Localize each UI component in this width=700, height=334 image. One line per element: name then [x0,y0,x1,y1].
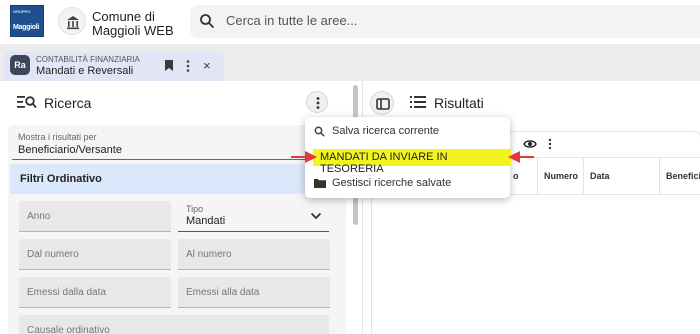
emessi-alla-data-field[interactable]: Emessi alla data [178,277,330,308]
filter-search-icon [17,96,37,109]
bookmark-icon[interactable] [164,60,174,72]
panel-title: Ricerca [44,95,92,111]
filters-section-header[interactable]: Filtri Ordinativo [10,164,336,194]
tab-title: Mandati e Reversali [36,65,134,77]
search-panel: Ricerca Mostra i risultati per Beneficia… [0,81,348,334]
municipality-home-button[interactable] [58,7,86,35]
tab-strip: Ra CONTABILITÀ FINANZIARIA Mandati e Rev… [0,44,700,81]
annotation-arrow-right [508,151,534,163]
anno-field[interactable]: Anno [19,201,171,232]
search-menu-button[interactable] [306,91,328,113]
more-vert-icon [316,97,320,109]
causale-ordinativo-field[interactable]: Causale ordinativo [19,315,329,334]
column-header-beneficiario[interactable]: Beneficiario [659,158,700,195]
sidebar-icon [376,98,390,110]
search-icon [314,126,325,137]
annotation-arrow-left [291,151,317,163]
module-avatar: Ra [10,55,30,75]
results-for-select[interactable]: Mostra i risultati per Beneficiario/Vers… [12,129,336,160]
column-header[interactable]: o [507,158,537,195]
tipo-select[interactable]: Tipo Mandati [178,201,329,232]
dal-numero-field[interactable]: Dal numero [19,239,171,270]
tab-mandati-reversali[interactable]: Ra CONTABILITÀ FINANZIARIA Mandati e Rev… [4,52,224,81]
column-header-numero[interactable]: Numero [537,158,583,195]
al-numero-field[interactable]: Al numero [178,239,330,270]
close-tab-button[interactable]: × [203,58,211,73]
menu-item-manage-saved-searches[interactable]: Gestisci ricerche salvate [305,172,510,194]
emessi-dalla-data-field[interactable]: Emessi dalla data [19,277,171,308]
eye-icon[interactable] [523,138,537,150]
menu-item-mandati-da-inviare[interactable]: MANDATI DA INVIARE IN TESORERIA [305,146,511,175]
app-title-line1: Comune di [92,9,155,24]
app-title-line2: Maggioli WEB [92,23,174,38]
folder-icon [314,179,326,188]
saved-searches-menu: Salva ricerca corrente MANDATI DA INVIAR… [305,117,511,198]
toggle-sidebar-button[interactable] [370,91,394,115]
search-input[interactable] [226,13,626,28]
more-vert-icon[interactable] [185,59,191,73]
maggioli-logo[interactable]: GRUPPO Maggioli [10,5,44,37]
results-title: Risultati [434,95,484,111]
tab-subtitle: CONTABILITÀ FINANZIARIA [36,55,140,64]
search-icon [200,14,215,29]
top-bar: GRUPPO Maggioli Comune di Maggioli WEB [0,0,700,44]
global-search[interactable] [190,5,700,38]
more-vert-icon[interactable] [547,138,553,150]
building-icon [67,16,79,30]
list-icon [410,96,426,108]
menu-item-save-search[interactable]: Salva ricerca corrente [305,120,510,142]
column-header-data[interactable]: Data [583,158,659,195]
chevron-down-icon [310,212,322,220]
